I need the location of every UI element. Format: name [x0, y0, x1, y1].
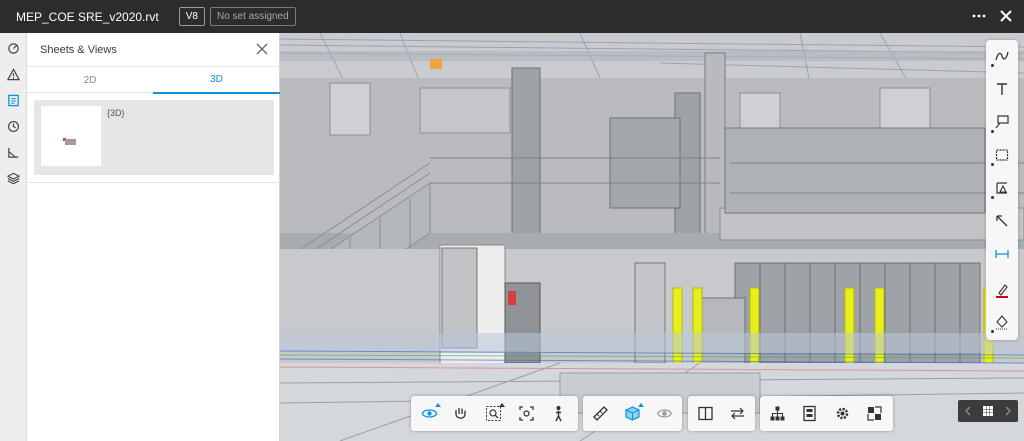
- tab-3d[interactable]: 3D: [153, 67, 280, 94]
- measure-icon[interactable]: [4, 143, 23, 162]
- rectangle-markup-icon[interactable]: [990, 143, 1014, 167]
- page-navigation: [958, 400, 1018, 422]
- markup-tool-strip: [986, 40, 1018, 340]
- compare-arrows-icon[interactable]: [725, 401, 750, 426]
- arrow-markup-icon[interactable]: [990, 209, 1014, 233]
- top-right-controls: [972, 0, 1012, 33]
- fullscreen-icon[interactable]: [862, 401, 887, 426]
- model-viewport[interactable]: [280, 33, 1024, 441]
- view-thumbnail: [41, 106, 101, 166]
- top-bar: MEP_COE SRE_v2020.rvt V8 No set assigned: [0, 0, 1024, 33]
- explode-eye-icon[interactable]: [652, 401, 677, 426]
- pan-icon[interactable]: [448, 401, 473, 426]
- issues-warning-icon[interactable]: [4, 65, 23, 84]
- text-markup-icon[interactable]: [990, 77, 1014, 101]
- previous-icon[interactable]: [958, 400, 978, 422]
- sheets-views-icon[interactable]: [4, 91, 23, 110]
- panel-close-icon[interactable]: [255, 42, 269, 56]
- fit-to-view-icon[interactable]: [514, 401, 539, 426]
- freehand-markup-icon[interactable]: [990, 44, 1014, 68]
- model-render: [280, 33, 1024, 441]
- panel-title: Sheets & Views: [40, 44, 117, 56]
- polygon-markup-icon[interactable]: [990, 176, 1014, 200]
- zoom-window-icon[interactable]: [481, 401, 506, 426]
- measure-ruler-icon[interactable]: [588, 401, 613, 426]
- version-badge[interactable]: V8: [178, 7, 205, 26]
- left-rail: [0, 33, 27, 441]
- tab-2d[interactable]: 2D: [27, 67, 153, 94]
- file-title: MEP_COE SRE_v2020.rvt: [16, 9, 159, 24]
- model-browser-icon[interactable]: [765, 401, 790, 426]
- split-view-icon[interactable]: [693, 401, 718, 426]
- next-icon[interactable]: [998, 400, 1018, 422]
- callout-markup-icon[interactable]: [990, 110, 1014, 134]
- view-label: {3D}: [107, 108, 125, 118]
- set-status-badge[interactable]: No set assigned: [209, 7, 296, 26]
- panel-divider: [27, 182, 280, 183]
- more-horizontal-icon[interactable]: [972, 9, 986, 25]
- fill-color-icon[interactable]: [990, 310, 1014, 334]
- view-tabs: 2D 3D: [27, 66, 280, 94]
- close-icon[interactable]: [1000, 9, 1012, 24]
- progress-icon[interactable]: [4, 39, 23, 58]
- dimension-markup-icon[interactable]: [990, 242, 1014, 266]
- layers-icon[interactable]: [4, 169, 23, 188]
- properties-icon[interactable]: [797, 401, 822, 426]
- compare-toolbar: [688, 396, 755, 431]
- stroke-color-icon[interactable]: [990, 279, 1014, 303]
- first-person-icon[interactable]: [546, 401, 571, 426]
- model-tools-toolbar: [583, 396, 682, 431]
- orbit-icon[interactable]: [417, 401, 442, 426]
- navigation-toolbar: [411, 396, 578, 431]
- grid-icon[interactable]: [978, 400, 998, 422]
- history-clock-icon[interactable]: [4, 117, 23, 136]
- settings-icon[interactable]: [830, 401, 855, 426]
- sheets-views-panel: Sheets & Views 2D 3D {3D}: [27, 33, 280, 441]
- view-item-3d[interactable]: {3D}: [34, 100, 274, 175]
- section-box-icon[interactable]: [620, 401, 645, 426]
- model-panels-toolbar: [760, 396, 893, 431]
